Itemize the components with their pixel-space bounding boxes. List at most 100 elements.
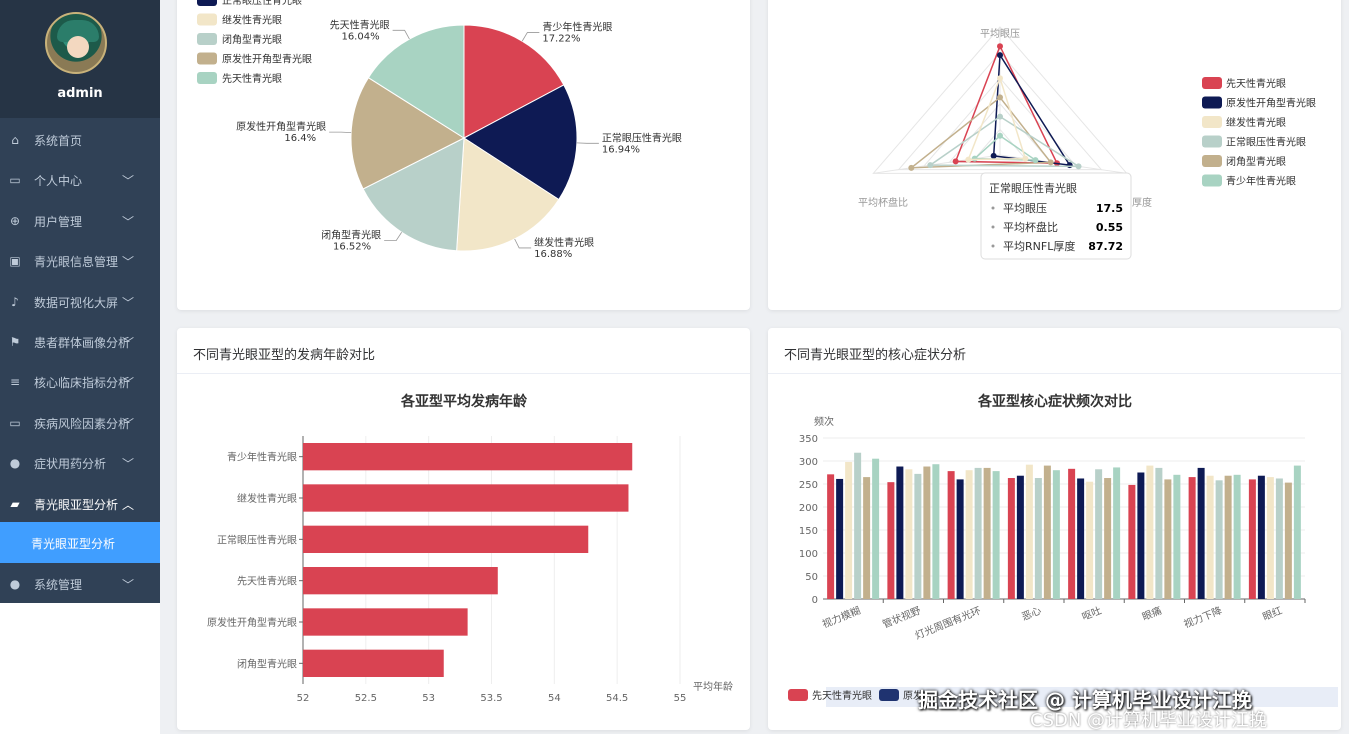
tooltip-title: 正常眼压性青光眼	[989, 181, 1077, 195]
bar	[836, 478, 844, 599]
x-tick-label: 恶心	[1020, 605, 1043, 624]
bar	[1206, 475, 1214, 599]
sidebar-item-label: 个人中心	[34, 173, 83, 188]
pie-label: 继发性青光眼	[534, 236, 594, 249]
pie-label-line	[384, 232, 402, 241]
chevron-down-icon: ﹀	[122, 254, 135, 269]
bar	[887, 482, 895, 599]
pie-label-line	[521, 32, 540, 42]
chevron-down-icon: ﹀	[122, 214, 135, 229]
clipboard-icon: ▣	[9, 254, 21, 268]
chevron-down-icon: ﹀	[122, 577, 135, 592]
avatar[interactable]	[45, 12, 107, 74]
chevron-up-icon: ︿	[122, 497, 135, 512]
bar	[1173, 474, 1181, 599]
y-tick-label: 350	[799, 434, 818, 445]
sidebar-item-label: 青光眼信息管理	[34, 254, 119, 269]
pie-value-label: 17.22%	[542, 34, 580, 45]
sidebar-item-6[interactable]: ≡ 核心临床指标分析 ﹀	[0, 362, 160, 402]
bar	[1104, 478, 1112, 599]
legend-swatch	[197, 0, 217, 6]
sidebar-item-10[interactable]: ● 系统管理 ﹀	[0, 564, 160, 604]
profile-panel: admin	[0, 0, 160, 118]
radar-point	[952, 158, 959, 165]
legend-swatch	[1202, 135, 1222, 148]
user-card-icon: ▭	[9, 173, 21, 187]
y-tick-label: 先天性青光眼	[237, 575, 297, 588]
bar	[1007, 478, 1015, 599]
bar	[303, 525, 589, 553]
sidebar-item-1[interactable]: ▭ 个人中心 ﹀	[0, 160, 160, 200]
legend-label: 原发性开角型青光眼	[1226, 97, 1316, 110]
bar	[983, 467, 991, 599]
bar	[1248, 479, 1256, 599]
legend-swatch	[197, 72, 217, 84]
home-icon: ⌂	[11, 133, 19, 147]
sidebar-item-label: 青光眼亚型分析	[34, 497, 119, 512]
bar	[1224, 475, 1232, 599]
x-tick-label: 52.5	[355, 693, 377, 704]
legend-label: 正常眼压性青光眼	[1226, 136, 1306, 149]
bar	[896, 466, 904, 599]
radar-card: 平均眼压 平均杯盘比 厚度 先天性青光眼 原发性开角型青光眼 继发性青光眼 正常眼压性青光眼…	[768, 0, 1341, 310]
sidebar-item-3[interactable]: ▣ 青光眼信息管理 ﹀	[0, 241, 160, 281]
bar	[1052, 470, 1060, 599]
pie-value-label: 16.94%	[602, 144, 640, 155]
legend-swatch	[197, 13, 217, 26]
bar	[863, 477, 871, 599]
bar	[914, 473, 922, 599]
sidebar: admin ⌂ 系统首页 ▭ 个人中心 ﹀ ⊕ 用户管理 ﹀ ▣ 青光眼信息管理 ﹀ ♪ 数据可视化大屏…	[0, 0, 160, 734]
x-tick-label: 55	[674, 693, 687, 704]
sidebar-item-5[interactable]: ⚑ 患者群体画像分析 ﹀	[0, 322, 160, 362]
radar-tooltip: 正常眼压性青光眼平均眼压 17.5 平均杯盘比 0.55 平均RNFL厚度 87.72	[980, 172, 1132, 260]
bar	[1034, 478, 1042, 599]
x-tick-label: 眼红	[1261, 604, 1284, 624]
y-tick-label: 250	[799, 480, 818, 491]
chevron-down-icon: ﹀	[122, 335, 135, 350]
legend-label: 先天性青光眼	[222, 72, 282, 85]
pie-card: 正常眼压性青光眼 继发性青光眼 闭角型青光眼 原发性开角型青光眼 先天性青光眼 青少年性青…	[177, 0, 750, 310]
sidebar-item-0[interactable]: ⌂ 系统首页	[0, 120, 160, 160]
tooltip-row-label: 平均杯盘比	[1003, 220, 1058, 234]
sidebar-item-8[interactable]: ● 症状用药分析 ﹀	[0, 443, 160, 483]
radar-point	[990, 152, 997, 159]
pie-label: 青少年性青光眼	[542, 21, 612, 34]
y-tick-label: 50	[805, 572, 818, 583]
tooltip-row-label: 平均RNFL厚度	[1003, 239, 1075, 253]
x-tick-label: 53	[422, 693, 435, 704]
radar-point	[971, 155, 978, 162]
bar	[1266, 477, 1274, 599]
radar-point	[1066, 162, 1073, 169]
radar-indicator-label: 厚度	[1132, 196, 1152, 209]
legend-label: 继发性青光眼	[1226, 116, 1286, 129]
age-bar-card: 不同青光眼亚型的发病年龄对比 各亚型平均发病年龄 52 52.5 53 53.5 54 54…	[177, 328, 750, 730]
y-tick-label: 200	[799, 503, 818, 514]
bar	[1188, 477, 1196, 599]
bar	[1095, 469, 1103, 599]
bar	[1137, 472, 1145, 599]
submenu-item-subtype-analysis[interactable]: 青光眼亚型分析	[0, 522, 160, 563]
sidebar-item-7[interactable]: ▭ 疾病风险因素分析 ﹀	[0, 403, 160, 443]
sidebar-item-4[interactable]: ♪ 数据可视化大屏 ﹀	[0, 282, 160, 322]
bar	[1128, 484, 1136, 599]
radar-indicator-label: 平均杯盘比	[858, 196, 908, 209]
bar	[1275, 478, 1283, 599]
tooltip-row-value: 0.55	[1096, 221, 1123, 234]
x-tick-label: 54.5	[606, 693, 628, 704]
sidebar-item-9[interactable]: ▰ 青光眼亚型分析 ︿	[0, 484, 160, 524]
bar	[303, 608, 468, 636]
person-icon: ●	[9, 456, 21, 470]
monitor-icon: ▭	[9, 416, 21, 430]
sidebar-item-2[interactable]: ⊕ 用户管理 ﹀	[0, 201, 160, 241]
y-tick-label: 继发性青光眼	[237, 492, 297, 505]
bar	[974, 467, 982, 599]
pie-label-line	[514, 238, 532, 249]
radar-chart: 平均眼压平均杯盘比 厚度先天性青光眼原发性开角型青光眼继发性青光眼正常眼压性青光眼…	[858, 26, 1316, 260]
x-tick-label: 眼痛	[1140, 604, 1163, 624]
symptom-bar-card: 不同青光眼亚型的核心症状分析 各亚型核心症状频次对比 频次 0 50 100 150 200…	[768, 328, 1341, 730]
x-tick-label: 52	[297, 693, 310, 704]
chart-title: 各亚型平均发病年龄	[400, 393, 528, 410]
legend-swatch	[197, 52, 217, 65]
bar	[1284, 482, 1292, 599]
radar-axis	[873, 154, 1001, 174]
